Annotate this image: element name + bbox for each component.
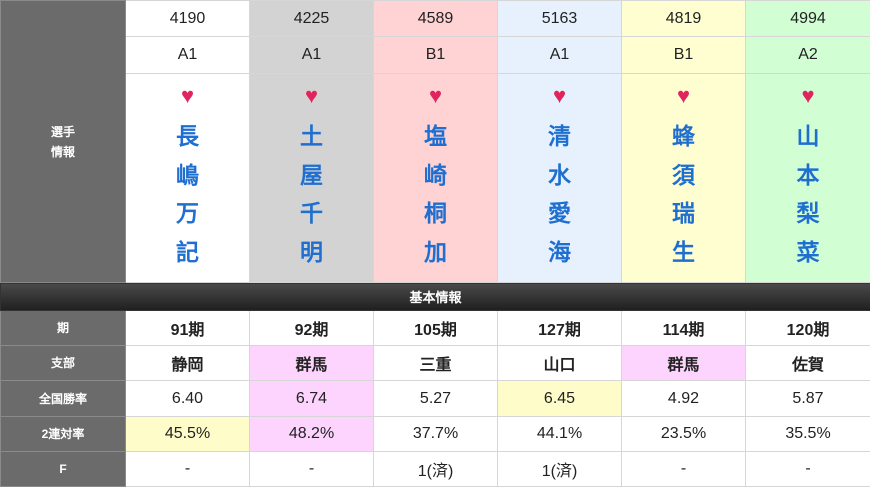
racer-name-char[interactable]: 海 bbox=[498, 233, 621, 272]
racer-name-cell[interactable]: ♥ 土 屋 千 明 bbox=[250, 74, 374, 283]
quinella-rate-label: 2連対率 bbox=[1, 417, 126, 452]
racer-table: 選手 情報 4190 4225 4589 5163 4819 4994 A1 A… bbox=[0, 0, 870, 487]
racer-national-rate: 6.45 bbox=[498, 381, 622, 417]
heart-icon[interactable]: ♥ bbox=[746, 85, 870, 107]
quinella-rate-row: 2連対率 45.5% 48.2% 37.7% 44.1% 23.5% 35.5% bbox=[1, 417, 870, 452]
racer-grade: B1 bbox=[374, 37, 498, 74]
heart-icon[interactable]: ♥ bbox=[250, 85, 373, 107]
f-label: F bbox=[1, 452, 126, 487]
racer-name-char[interactable]: 崎 bbox=[374, 156, 497, 195]
racer-name-char[interactable]: 土 bbox=[250, 117, 373, 156]
racer-national-rate: 5.87 bbox=[746, 381, 870, 417]
racer-national-rate: 6.40 bbox=[126, 381, 250, 417]
grade-row: A1 A1 B1 A1 B1 A2 bbox=[1, 37, 870, 74]
heart-icon[interactable]: ♥ bbox=[498, 85, 621, 107]
racer-grade: A1 bbox=[250, 37, 374, 74]
racer-number: 4190 bbox=[126, 1, 250, 37]
racer-grade: A2 bbox=[746, 37, 870, 74]
heart-icon[interactable]: ♥ bbox=[126, 85, 249, 107]
section-title-basic-info: 基本情報 bbox=[1, 283, 870, 311]
racer-name-cell[interactable]: ♥ 清 水 愛 海 bbox=[498, 74, 622, 283]
racer-f: 1(済) bbox=[498, 452, 622, 487]
racer-branch: 群馬 bbox=[622, 346, 746, 381]
racer-name-char[interactable]: 屋 bbox=[250, 156, 373, 195]
racer-branch: 群馬 bbox=[250, 346, 374, 381]
racer-branch: 山口 bbox=[498, 346, 622, 381]
racer-branch: 佐賀 bbox=[746, 346, 870, 381]
racer-name-char[interactable]: 塩 bbox=[374, 117, 497, 156]
racer-f: 1(済) bbox=[374, 452, 498, 487]
racer-name-char[interactable]: 千 bbox=[250, 194, 373, 233]
racer-national-rate: 5.27 bbox=[374, 381, 498, 417]
racer-name-cell[interactable]: ♥ 塩 崎 桐 加 bbox=[374, 74, 498, 283]
racer-number: 5163 bbox=[498, 1, 622, 37]
racer-term: 91期 bbox=[126, 311, 250, 346]
racer-name-char[interactable]: 万 bbox=[126, 194, 249, 233]
racer-name-char[interactable]: 桐 bbox=[374, 194, 497, 233]
racer-name-char[interactable]: 瑞 bbox=[622, 194, 745, 233]
racer-quinella-rate: 23.5% bbox=[622, 417, 746, 452]
racer-name-char[interactable]: 長 bbox=[126, 117, 249, 156]
racer-term: 127期 bbox=[498, 311, 622, 346]
racer-term: 92期 bbox=[250, 311, 374, 346]
racer-number: 4589 bbox=[374, 1, 498, 37]
racer-name-char[interactable]: 明 bbox=[250, 233, 373, 272]
racer-name-cell[interactable]: ♥ 長 嶋 万 記 bbox=[126, 74, 250, 283]
racer-number: 4994 bbox=[746, 1, 870, 37]
term-row: 期 91期 92期 105期 127期 114期 120期 bbox=[1, 311, 870, 346]
racer-number: 4225 bbox=[250, 1, 374, 37]
racer-quinella-rate: 48.2% bbox=[250, 417, 374, 452]
branch-label: 支部 bbox=[1, 346, 126, 381]
racer-name-char[interactable]: 水 bbox=[498, 156, 621, 195]
racer-number: 4819 bbox=[622, 1, 746, 37]
racer-national-rate: 6.74 bbox=[250, 381, 374, 417]
racer-f: - bbox=[126, 452, 250, 487]
racer-name-char[interactable]: 山 bbox=[746, 117, 870, 156]
racer-national-rate: 4.92 bbox=[622, 381, 746, 417]
racer-name-cell[interactable]: ♥ 山 本 梨 菜 bbox=[746, 74, 870, 283]
racer-name-char[interactable]: 記 bbox=[126, 233, 249, 272]
racer-name-char[interactable]: 嶋 bbox=[126, 156, 249, 195]
racer-term: 105期 bbox=[374, 311, 498, 346]
racer-branch: 静岡 bbox=[126, 346, 250, 381]
section-header-row: 基本情報 bbox=[1, 283, 870, 311]
racer-name-char[interactable]: 須 bbox=[622, 156, 745, 195]
heart-icon[interactable]: ♥ bbox=[622, 85, 745, 107]
racer-name-char[interactable]: 加 bbox=[374, 233, 497, 272]
racer-name-char[interactable]: 蜂 bbox=[622, 117, 745, 156]
national-rate-row: 全国勝率 6.40 6.74 5.27 6.45 4.92 5.87 bbox=[1, 381, 870, 417]
racer-name-char[interactable]: 梨 bbox=[746, 194, 870, 233]
racer-grade: A1 bbox=[126, 37, 250, 74]
racer-name-char[interactable]: 生 bbox=[622, 233, 745, 272]
racer-quinella-rate: 37.7% bbox=[374, 417, 498, 452]
racer-quinella-rate: 44.1% bbox=[498, 417, 622, 452]
racer-name-cell[interactable]: ♥ 蜂 須 瑞 生 bbox=[622, 74, 746, 283]
racer-f: - bbox=[622, 452, 746, 487]
racer-term: 114期 bbox=[622, 311, 746, 346]
racer-term: 120期 bbox=[746, 311, 870, 346]
racer-branch: 三重 bbox=[374, 346, 498, 381]
racer-grade: B1 bbox=[622, 37, 746, 74]
branch-row: 支部 静岡 群馬 三重 山口 群馬 佐賀 bbox=[1, 346, 870, 381]
racer-name-char[interactable]: 本 bbox=[746, 156, 870, 195]
racer-f: - bbox=[746, 452, 870, 487]
racer-quinella-rate: 35.5% bbox=[746, 417, 870, 452]
racer-quinella-rate: 45.5% bbox=[126, 417, 250, 452]
national-rate-label: 全国勝率 bbox=[1, 381, 126, 417]
racer-f: - bbox=[250, 452, 374, 487]
name-row: ♥ 長 嶋 万 記 ♥ 土 屋 千 明 ♥ 塩 崎 桐 加 ♥ 清 水 愛 海 bbox=[1, 74, 870, 283]
racer-name-char[interactable]: 愛 bbox=[498, 194, 621, 233]
f-row: F - - 1(済) 1(済) - - bbox=[1, 452, 870, 487]
racer-name-char[interactable]: 菜 bbox=[746, 233, 870, 272]
racer-grade: A1 bbox=[498, 37, 622, 74]
racer-name-char[interactable]: 清 bbox=[498, 117, 621, 156]
term-label: 期 bbox=[1, 311, 126, 346]
player-info-label: 選手 情報 bbox=[1, 1, 126, 283]
heart-icon[interactable]: ♥ bbox=[374, 85, 497, 107]
number-row: 選手 情報 4190 4225 4589 5163 4819 4994 bbox=[1, 1, 870, 37]
